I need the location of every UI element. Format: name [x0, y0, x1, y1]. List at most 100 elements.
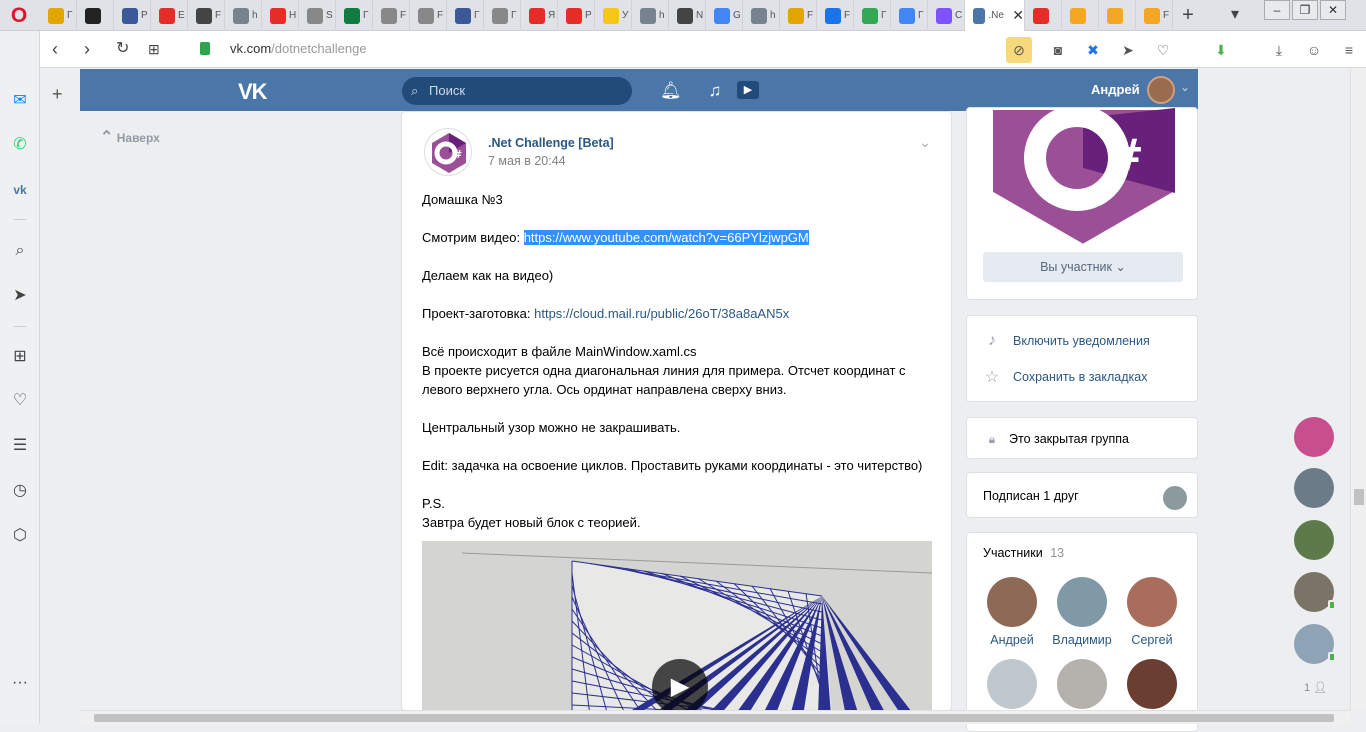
group-name-link[interactable]: .Net Challenge [Beta] — [488, 136, 614, 150]
clock-icon[interactable]: ◷ — [8, 479, 32, 503]
close-window-icon[interactable]: ✕ — [1320, 0, 1346, 20]
url-field[interactable]: vk.com/dotnetchallenge — [230, 41, 367, 56]
avatar[interactable] — [1294, 520, 1334, 560]
member-item[interactable]: Владимир — [1052, 577, 1112, 647]
tab-menu-icon[interactable]: ▾ — [1231, 4, 1239, 24]
member-dropdown-button[interactable]: Вы участник ⌄ — [983, 252, 1183, 282]
avatar[interactable] — [1294, 572, 1336, 612]
whatsapp-icon[interactable]: ✆ — [8, 133, 32, 157]
history-list-icon[interactable]: ☰ — [8, 434, 32, 458]
tab-home[interactable] — [1099, 0, 1136, 31]
tab-cap[interactable]: F — [410, 0, 447, 31]
avatar[interactable] — [1294, 417, 1334, 457]
send-icon[interactable]: ➤ — [1119, 41, 1137, 59]
search-input[interactable]: ⌕ Поиск — [402, 77, 632, 105]
reload-icon[interactable]: ↻ — [116, 39, 129, 59]
tab-news[interactable]: Р — [114, 0, 151, 31]
vk-logo-icon[interactable]: VK — [238, 79, 268, 105]
avatar[interactable] — [1147, 76, 1175, 104]
tab-youtube[interactable]: Н — [262, 0, 299, 31]
back-icon[interactable]: ‹ — [52, 39, 58, 59]
back-to-top[interactable]: ⌃ Наверх — [100, 127, 160, 147]
forward-icon[interactable]: › — [84, 39, 90, 59]
scroll-thumb[interactable] — [94, 714, 1334, 722]
account-icon[interactable]: ☺ — [1305, 41, 1323, 59]
tab-kotlin[interactable]: С — [928, 0, 965, 31]
camera-icon[interactable]: ◙ — [1049, 41, 1067, 59]
avatar[interactable] — [1294, 624, 1336, 664]
new-tab-button[interactable]: + — [1173, 0, 1203, 31]
tab-table[interactable]: Г — [336, 0, 373, 31]
post-menu-chevron-icon[interactable]: ⌄ — [919, 134, 931, 151]
tab-people[interactable]: F — [780, 0, 817, 31]
close-tab-icon[interactable]: ✕ — [1012, 7, 1024, 24]
notify-button[interactable]: ♪ Включить уведомления — [983, 330, 1150, 352]
speed-dial-icon[interactable]: ⊞ — [8, 345, 32, 369]
tab-home[interactable] — [1062, 0, 1099, 31]
tab-yandex[interactable]: Я — [521, 0, 558, 31]
tab-mail[interactable]: Г — [40, 0, 77, 31]
group-avatar[interactable]: # — [424, 128, 472, 176]
tab-home[interactable]: F — [1136, 0, 1173, 31]
tab-spy[interactable] — [77, 0, 114, 31]
download-ext-icon[interactable]: ⬇ — [1212, 41, 1230, 59]
adblock-icon[interactable]: ⊘ — [1006, 36, 1032, 63]
tab-doc[interactable]: F — [373, 0, 410, 31]
back-to-top-panel[interactable]: ⌃ Наверх — [80, 111, 400, 724]
vk-icon[interactable]: vk — [8, 178, 32, 202]
downloads-icon[interactable]: ⤓ — [1270, 41, 1288, 59]
members-header[interactable]: Участники 13 — [983, 546, 1064, 560]
tab-pen[interactable]: N — [669, 0, 706, 31]
heart-icon[interactable]: ♡ — [1154, 41, 1172, 59]
play-icon[interactable]: ▶ — [652, 659, 708, 710]
member-item[interactable]: Андрей — [982, 577, 1042, 647]
search-icon[interactable]: ⌕ — [8, 239, 32, 263]
tab-play[interactable]: У — [595, 0, 632, 31]
add-panel-icon[interactable]: + — [52, 84, 63, 105]
music-icon[interactable]: ♫ — [705, 81, 725, 101]
cube-icon[interactable]: ⬡ — [8, 524, 32, 548]
friends-count[interactable]: 1 👤︎ — [1304, 681, 1327, 694]
post-date[interactable]: 7 мая в 20:44 — [488, 154, 566, 168]
member-item[interactable] — [1052, 659, 1112, 715]
heart-icon[interactable]: ♡ — [8, 389, 32, 413]
maximize-icon[interactable]: ❐ — [1292, 0, 1318, 20]
minimize-icon[interactable]: – — [1264, 0, 1290, 20]
tab-youtube[interactable]: Е — [151, 0, 188, 31]
user-name[interactable]: Андрей — [1091, 82, 1140, 97]
opera-logo-icon[interactable]: O — [8, 5, 30, 26]
player-icon[interactable]: ▶ — [737, 81, 759, 99]
speed-dial-icon[interactable]: ⊞ — [148, 39, 160, 59]
tab-docs[interactable]: Г — [891, 0, 928, 31]
tab-shield[interactable]: F — [817, 0, 854, 31]
tab-habr[interactable]: h — [632, 0, 669, 31]
tab-habr[interactable]: h — [225, 0, 262, 31]
messenger-icon[interactable]: ✉ — [8, 89, 32, 113]
tab-cap[interactable]: S — [299, 0, 336, 31]
horizontal-scrollbar[interactable] — [80, 710, 1350, 724]
bookmark-button[interactable]: ☆ Сохранить в закладках — [983, 366, 1148, 388]
chevron-down-icon[interactable]: ⌄ — [1180, 80, 1190, 94]
tab-doc[interactable]: Г — [484, 0, 521, 31]
more-icon[interactable]: ··· — [8, 671, 32, 695]
member-item[interactable] — [1122, 659, 1182, 715]
secure-lock-icon[interactable] — [200, 42, 210, 55]
avatar[interactable] — [1294, 468, 1334, 508]
video-attachment[interactable]: ▶ — [422, 541, 932, 710]
bell-icon[interactable]: 🔔︎ — [660, 81, 682, 101]
tab-grid[interactable] — [1025, 0, 1062, 31]
tab-globe[interactable]: Г — [447, 0, 484, 31]
extension-icon[interactable]: ✖ — [1084, 41, 1102, 59]
member-item[interactable]: Сергей — [1122, 577, 1182, 647]
tab-pdf[interactable]: Р — [558, 0, 595, 31]
friend-avatar[interactable] — [1163, 486, 1187, 510]
menu-icon[interactable]: ≡ — [1340, 41, 1358, 59]
scroll-thumb[interactable] — [1354, 489, 1364, 505]
tab-x[interactable]: F — [188, 0, 225, 31]
tab-vk[interactable]: .Ne ✕ — [965, 0, 1025, 31]
cloud-link[interactable]: https://cloud.mail.ru/public/26oT/38a8aA… — [534, 306, 789, 321]
tab-habr[interactable]: h — [743, 0, 780, 31]
youtube-link[interactable]: https://www.youtube.com/watch?v=66PYlzjw… — [523, 230, 809, 245]
subscribed-friends-card[interactable]: Подписан 1 друг — [966, 472, 1198, 518]
tab-chrome[interactable]: G — [706, 0, 743, 31]
